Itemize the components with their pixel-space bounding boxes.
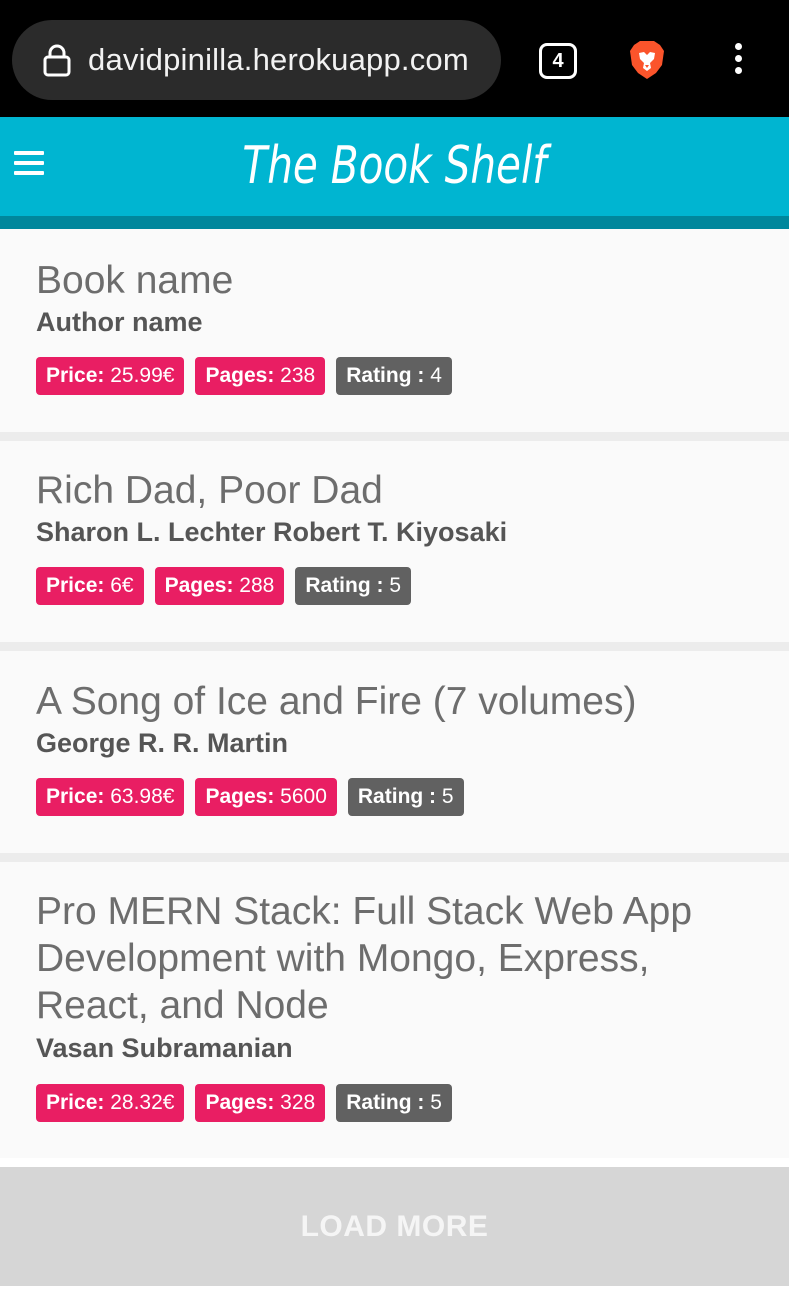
tab-switcher-button[interactable]: 4 (539, 43, 577, 79)
book-title: Pro MERN Stack: Full Stack Web App Devel… (36, 890, 693, 1027)
divider (0, 642, 789, 651)
load-more-button[interactable]: LOAD MORE (0, 1167, 789, 1286)
lock-icon (43, 44, 71, 77)
book-card[interactable]: A Song of Ice and Fire (7 volumes) Georg… (0, 651, 789, 853)
book-badges: Price: 25.99€ Pages: 238 Rating : 4 (36, 357, 452, 395)
book-badges: Price: 28.32€ Pages: 328 Rating : 5 (36, 1084, 452, 1122)
divider (0, 853, 789, 862)
header-shadow (0, 216, 789, 229)
price-badge: Price: 28.32€ (36, 1084, 185, 1122)
brave-lion-icon[interactable] (628, 39, 666, 81)
rating-badge: Rating : 5 (347, 778, 464, 816)
book-card[interactable]: Pro MERN Stack: Full Stack Web App Devel… (0, 862, 789, 1158)
app-header: The Book Shelf (0, 117, 789, 216)
divider (0, 432, 789, 441)
book-badges: Price: 6€ Pages: 288 Rating : 5 (36, 567, 412, 605)
rating-badge: Rating : 5 (295, 567, 412, 605)
price-badge: Price: 6€ (36, 567, 144, 605)
pages-badge: Pages: 328 (195, 1084, 326, 1122)
book-card[interactable]: Book name Author name Price: 25.99€ Page… (0, 229, 789, 432)
pages-badge: Pages: 5600 (195, 778, 337, 816)
book-title: Rich Dad, Poor Dad (36, 469, 383, 512)
rating-badge: Rating : 5 (336, 1084, 452, 1122)
url-text[interactable]: davidpinilla.herokuapp.com (88, 40, 469, 80)
pages-badge: Pages: 238 (195, 357, 326, 395)
book-author: Author name (36, 307, 203, 337)
book-author: George R. R. Martin (36, 728, 289, 758)
rating-badge: Rating : 4 (336, 357, 452, 395)
hamburger-icon[interactable] (14, 151, 44, 177)
address-bar[interactable]: davidpinilla.herokuapp.com (12, 20, 501, 100)
book-badges: Price: 63.98€ Pages: 5600 Rating : 5 (36, 778, 464, 816)
price-badge: Price: 63.98€ (36, 778, 185, 816)
book-title: A Song of Ice and Fire (7 volumes) (36, 680, 637, 723)
browser-toolbar: davidpinilla.herokuapp.com 4 (0, 0, 789, 117)
more-vert-icon[interactable] (730, 43, 746, 79)
book-author: Vasan Subramanian (36, 1033, 293, 1063)
book-author: Sharon L. Lechter Robert T. Kiyosaki (36, 517, 508, 547)
book-title: Book name (36, 259, 234, 302)
price-badge: Price: 25.99€ (36, 357, 185, 395)
pages-badge: Pages: 288 (154, 567, 285, 605)
app-title: The Book Shelf (242, 136, 547, 196)
book-card[interactable]: Rich Dad, Poor Dad Sharon L. Lechter Rob… (0, 441, 789, 642)
